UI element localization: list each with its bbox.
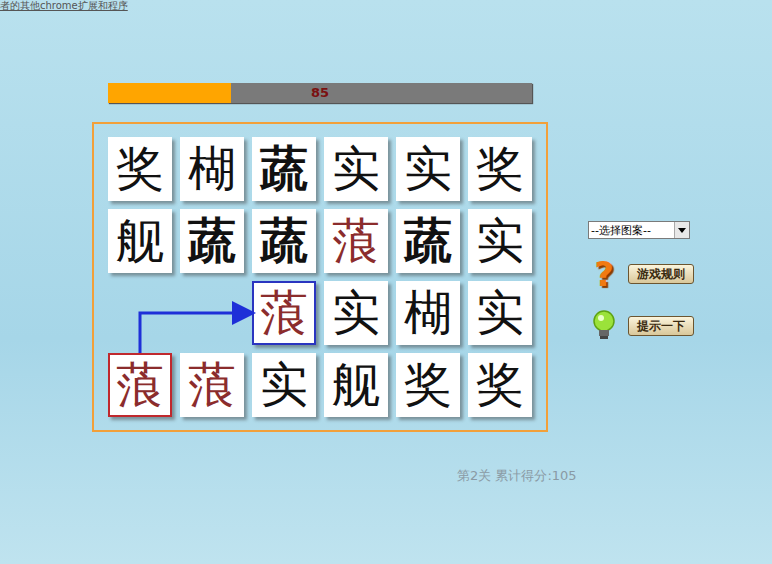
tile[interactable]: 楜 [180, 137, 244, 201]
tile[interactable]: 实 [396, 137, 460, 201]
empty-cell [108, 281, 172, 345]
pattern-select[interactable]: --选择图案-- [588, 221, 690, 239]
hint-button[interactable]: 提示一下 [628, 316, 694, 336]
tile[interactable]: 实 [252, 353, 316, 417]
extensions-link[interactable]: 者的其他chrome扩展和程序 [0, 0, 772, 12]
tile[interactable]: 奖 [108, 137, 172, 201]
level-score: 第2关 累计得分:105 [0, 467, 772, 485]
tile[interactable]: 舰 [324, 353, 388, 417]
tile[interactable]: 蒗 [180, 353, 244, 417]
tile[interactable]: 实 [468, 281, 532, 345]
tile[interactable]: 舰 [108, 209, 172, 273]
tile[interactable]: 蔬 [396, 209, 460, 273]
lightbulb-icon[interactable] [590, 309, 618, 343]
tile[interactable]: 蔬 [252, 137, 316, 201]
action-row: 提示一下 [590, 309, 694, 343]
timer-fill [108, 83, 231, 103]
tile[interactable]: 奖 [396, 353, 460, 417]
rules-button[interactable]: 游戏规则 [628, 264, 694, 284]
tile[interactable]: 实 [468, 209, 532, 273]
link-path-icon [108, 137, 532, 417]
dropdown-arrow-icon [674, 222, 689, 238]
tile[interactable]: 奖 [468, 137, 532, 201]
tile[interactable]: 蒗 [108, 353, 172, 417]
empty-cell [180, 281, 244, 345]
game-board: 奖楜蔬实实奖舰蔬蔬蒗蔬实蒗实楜实蒗蒗实舰奖奖 [92, 122, 548, 432]
question-icon[interactable]: ? [590, 255, 618, 293]
tile[interactable]: 楜 [396, 281, 460, 345]
game-area: 85 奖楜蔬实实奖舰蔬蔬蒗蔬实蒗实楜实蒗蒗实舰奖奖 [92, 83, 548, 432]
tile[interactable]: 蒗 [324, 209, 388, 273]
tile[interactable]: 实 [324, 137, 388, 201]
game-page: 者的其他chrome扩展和程序 85 奖楜蔬实实奖舰蔬蔬蒗蔬实蒗实楜实蒗蒗实舰奖… [0, 0, 772, 564]
tile[interactable]: 蔬 [180, 209, 244, 273]
tile[interactable]: 蔬 [252, 209, 316, 273]
action-row: ? 游戏规则 [590, 255, 694, 293]
tile[interactable]: 蒗 [252, 281, 316, 345]
timer-bar: 85 [108, 83, 532, 103]
side-panel: --选择图案-- ? 游戏规则 提示一下 [588, 221, 694, 432]
timer-reading: 85 [108, 83, 532, 103]
tile[interactable]: 奖 [468, 353, 532, 417]
tile[interactable]: 实 [324, 281, 388, 345]
